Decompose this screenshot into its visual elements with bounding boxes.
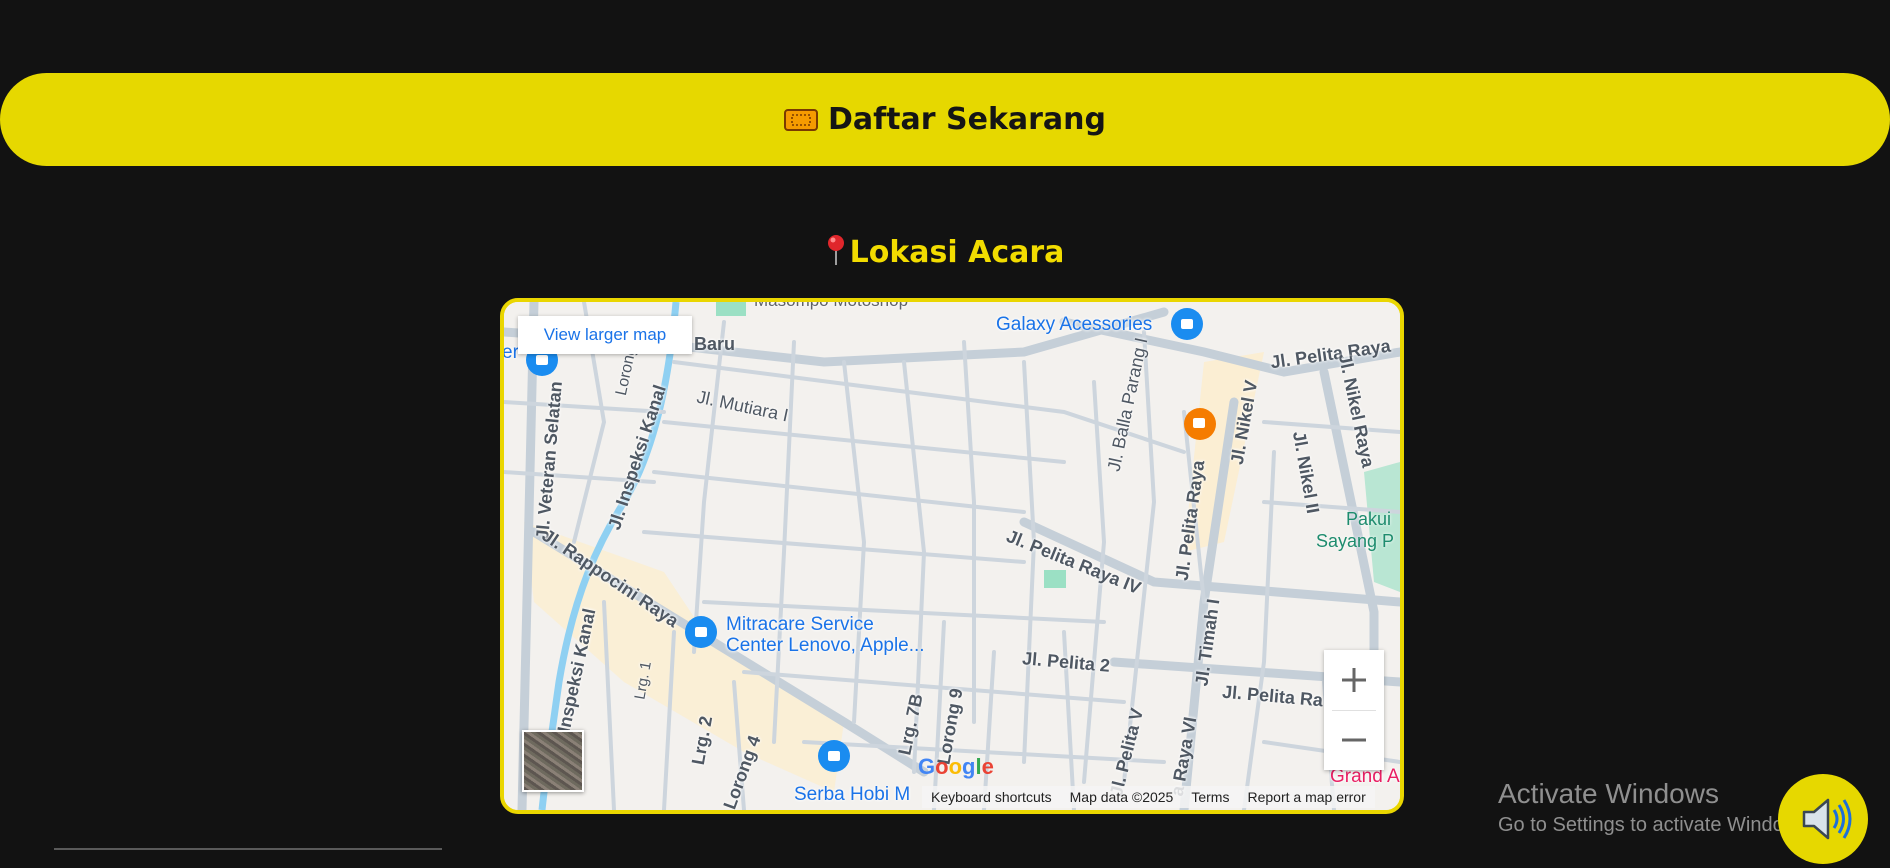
register-now-button[interactable]: Daftar Sekarang <box>0 73 1890 166</box>
ticket-icon <box>783 108 818 131</box>
park-label[interactable]: Sayang P <box>1316 530 1394 552</box>
terms-link[interactable]: Terms <box>1182 789 1238 805</box>
poi-label[interactable]: Serba Hobi M <box>794 784 910 805</box>
park-label[interactable]: Pakui <box>1346 508 1391 530</box>
round-pushpin-icon <box>827 235 844 265</box>
keyboard-shortcuts-link[interactable]: Keyboard shortcuts <box>922 789 1061 805</box>
watermark-title: Activate Windows <box>1498 778 1719 809</box>
audio-toggle-button[interactable] <box>1778 774 1868 864</box>
register-now-label: Daftar Sekarang <box>827 102 1107 137</box>
poi-label[interactable]: Masompo Motoshop <box>754 302 908 311</box>
zoom-control <box>1324 650 1384 770</box>
location-title: Lokasi Acara <box>849 235 1065 270</box>
watermark-subtitle: Go to Settings to activate Windows. <box>1498 814 1814 836</box>
poi-label[interactable]: Mitracare Service <box>726 614 874 635</box>
poi-label[interactable]: Center Lenovo, Apple... <box>726 635 925 656</box>
activate-windows-watermark: Activate Windows Go to Settings to activ… <box>1498 778 1814 837</box>
google-logo: Google <box>918 754 994 779</box>
section-title: Lokasi Acara <box>0 234 1890 270</box>
minus-icon <box>1342 738 1366 742</box>
poi-label[interactable]: er <box>504 342 519 363</box>
zoom-in-button[interactable] <box>1324 650 1384 710</box>
map-attribution: Keyboard shortcuts Map data ©2025 Terms … <box>922 786 1375 808</box>
poi-label[interactable]: Galaxy Acessories <box>996 314 1152 335</box>
report-map-error-link[interactable]: Report a map error <box>1238 789 1374 805</box>
map-data-label: Map data ©2025 <box>1069 789 1174 805</box>
map-embed[interactable]: Jl. Veteran Selatan Jl. Inspeksi Kanal I… <box>500 298 1404 814</box>
street-label: Baru <box>694 334 736 354</box>
plus-icon <box>1342 668 1366 692</box>
speaker-icon <box>1802 798 1852 840</box>
view-larger-map-link[interactable]: View larger map <box>518 316 692 354</box>
zoom-out-button[interactable] <box>1324 710 1384 770</box>
satellite-layer-toggle[interactable] <box>522 730 584 792</box>
